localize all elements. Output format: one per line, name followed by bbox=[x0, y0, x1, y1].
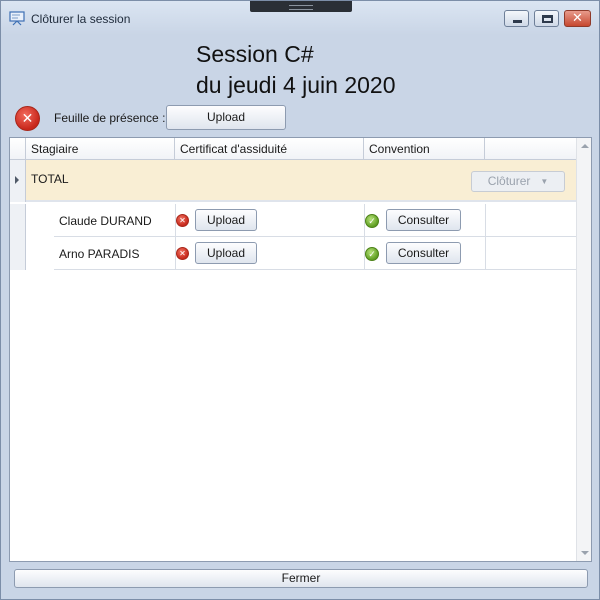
table-row[interactable]: Arno PARADIS ✕ Upload ✓ Consulter bbox=[10, 237, 576, 270]
convention-consulter-button[interactable]: Consulter bbox=[386, 242, 461, 264]
group-row-total[interactable]: TOTAL Clôturer ▼ bbox=[10, 160, 576, 202]
cell-divider bbox=[485, 237, 486, 270]
maximize-icon bbox=[542, 15, 553, 23]
trainee-name: Arno PARADIS bbox=[59, 247, 140, 261]
row-indicator[interactable] bbox=[10, 204, 26, 237]
scroll-down-icon[interactable] bbox=[581, 551, 589, 555]
chevron-down-icon: ▼ bbox=[540, 177, 549, 186]
table-row[interactable]: Claude DURAND ✕ Upload ✓ Consulter bbox=[10, 204, 576, 237]
trainees-grid: Stagiaire Certificat d'assiduité Convent… bbox=[9, 137, 592, 562]
certificat-error-icon: ✕ bbox=[176, 214, 189, 227]
cloturer-dropdown-button[interactable]: Clôturer ▼ bbox=[471, 171, 565, 192]
cell-divider bbox=[485, 204, 486, 237]
cloturer-label: Clôturer bbox=[487, 174, 531, 188]
convention-ok-icon: ✓ bbox=[365, 214, 379, 228]
row-indicator[interactable] bbox=[10, 160, 26, 202]
grid-header: Stagiaire Certificat d'assiduité Convent… bbox=[10, 138, 576, 160]
presence-upload-button[interactable]: Upload bbox=[166, 105, 286, 130]
column-header-filler bbox=[485, 138, 576, 160]
row-indent bbox=[26, 204, 54, 237]
convention-consulter-button[interactable]: Consulter bbox=[386, 209, 461, 231]
fermer-button[interactable]: Fermer bbox=[14, 569, 588, 588]
minimize-button[interactable] bbox=[504, 10, 529, 27]
group-label: TOTAL bbox=[31, 172, 69, 186]
close-window-button[interactable]: ✕ bbox=[564, 10, 591, 27]
window-title: Clôturer la session bbox=[31, 12, 131, 26]
column-header-stagiaire[interactable]: Stagiaire bbox=[26, 138, 175, 160]
close-icon: ✕ bbox=[572, 10, 583, 25]
convention-ok-icon: ✓ bbox=[365, 247, 379, 261]
row-selected-arrow-icon bbox=[15, 176, 19, 184]
presence-label: Feuille de présence : bbox=[54, 111, 166, 125]
maximize-button[interactable] bbox=[534, 10, 559, 27]
certificat-upload-button[interactable]: Upload bbox=[195, 242, 257, 264]
scroll-up-icon[interactable] bbox=[581, 144, 589, 148]
row-indent bbox=[26, 237, 54, 270]
trainee-name: Claude DURAND bbox=[59, 214, 152, 228]
close-session-window: Clôturer la session ✕ Session C# du jeud… bbox=[0, 0, 600, 600]
certificat-upload-button[interactable]: Upload bbox=[195, 209, 257, 231]
vertical-scrollbar[interactable] bbox=[576, 138, 591, 561]
title-bar[interactable]: Clôturer la session ✕ bbox=[1, 1, 599, 35]
session-date: du jeudi 4 juin 2020 bbox=[196, 72, 396, 98]
session-title: Session C# bbox=[196, 41, 314, 67]
column-header-convention[interactable]: Convention bbox=[364, 138, 485, 160]
certificat-error-icon: ✕ bbox=[176, 247, 189, 260]
window-drag-grip[interactable] bbox=[250, 1, 352, 12]
row-header-corner bbox=[10, 138, 26, 160]
column-header-certificat[interactable]: Certificat d'assiduité bbox=[175, 138, 364, 160]
minimize-icon bbox=[513, 20, 522, 23]
row-indicator[interactable] bbox=[10, 237, 26, 270]
presence-error-icon: ✕ bbox=[15, 106, 40, 131]
presentation-board-icon bbox=[9, 11, 25, 26]
